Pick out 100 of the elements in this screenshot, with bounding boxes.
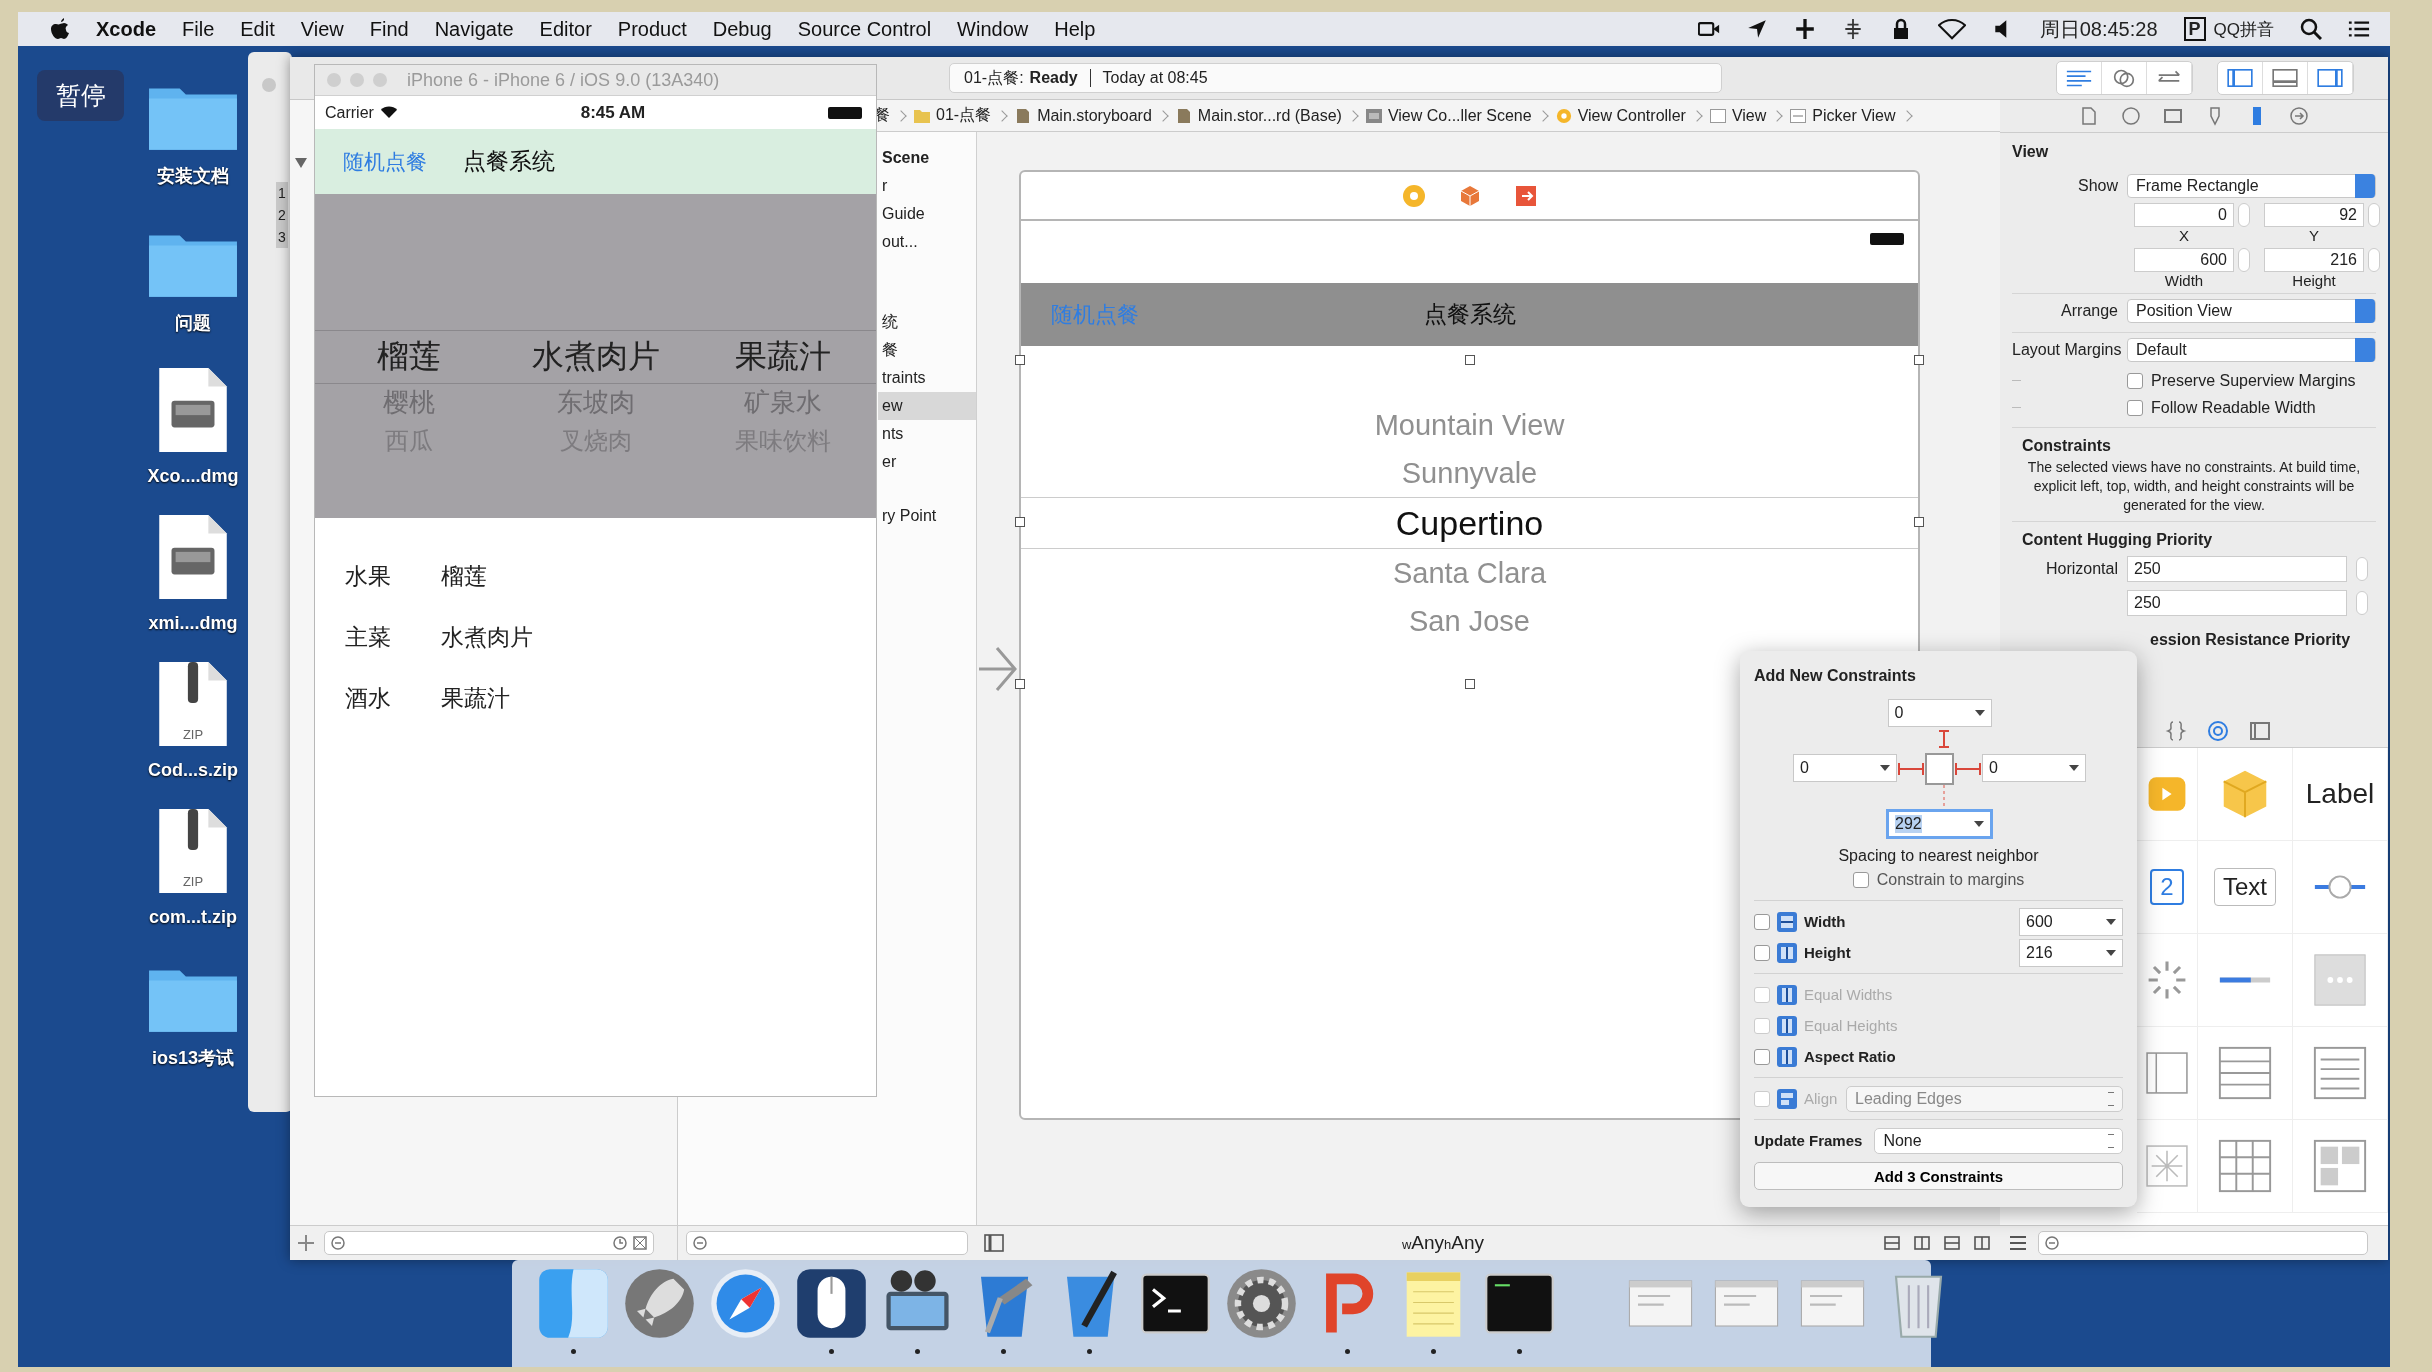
breadcrumb-item[interactable]: View Co...ller Scene (1364, 106, 1547, 125)
size-class-button[interactable]: wAnyhAny (1401, 1232, 1485, 1254)
disk-image-icon[interactable] (157, 366, 229, 454)
zip-file-icon[interactable] (157, 660, 229, 748)
breadcrumb-item[interactable]: Main.storyboard (1014, 106, 1167, 125)
selection-handle[interactable] (1914, 517, 1924, 527)
card-icon[interactable] (2163, 106, 2183, 126)
outline-item[interactable]: Scene (878, 144, 976, 172)
panel-layout-icon[interactable] (2271, 68, 2299, 88)
outline-item[interactable]: 统 (878, 308, 976, 336)
lines-icon[interactable] (2065, 68, 2093, 88)
menu-item[interactable]: Window (957, 17, 1029, 41)
menu-item[interactable]: Help (1054, 17, 1096, 41)
compass-icon[interactable] (708, 1266, 783, 1341)
panel-layout-icon[interactable] (2226, 68, 2254, 88)
selection-handle[interactable] (1015, 517, 1025, 527)
file-name[interactable]: Cod...s.zip (148, 760, 238, 781)
outline-item[interactable]: ry Point (878, 502, 976, 530)
number-field[interactable]: 600 (2134, 248, 2234, 272)
checkbox[interactable] (1754, 944, 1770, 961)
menu-item[interactable]: Navigate (434, 17, 514, 41)
search-icon[interactable] (2300, 18, 2322, 40)
menu-clock[interactable]: 周日08:45:28 (2039, 15, 2158, 43)
apple-logo-icon[interactable] (50, 17, 70, 41)
number-field[interactable]: 0 (2134, 203, 2234, 227)
update-frames-dropdown[interactable]: None (1874, 1127, 2123, 1154)
constraint-pins-drawing[interactable] (1897, 727, 1982, 809)
sidebar-toggle-icon[interactable] (984, 1234, 1004, 1252)
layout-tool-icon[interactable] (1882, 1234, 1902, 1252)
spacing-combo-box[interactable]: 0 (1793, 754, 1897, 782)
checkbox[interactable] (2127, 372, 2143, 389)
menu-item[interactable]: Source Control (797, 17, 932, 41)
layout-margins-dropdown[interactable]: Default (2127, 338, 2376, 362)
constant-combo-box[interactable]: 216 (2019, 938, 2123, 967)
menu-item[interactable]: File (182, 17, 215, 41)
menu-item[interactable]: Edit (240, 17, 275, 41)
settings-icon[interactable] (1224, 1266, 1299, 1341)
outline-item[interactable]: Guide (878, 200, 976, 228)
layout-tool-icon[interactable] (1972, 1234, 1992, 1252)
wifi-icon[interactable] (1937, 18, 1966, 40)
outline-item[interactable]: traints (878, 364, 976, 392)
input-source-name[interactable]: QQ拼音 (2213, 17, 2274, 41)
breadcrumb-item[interactable]: View Controller (1554, 106, 1701, 125)
outline-item[interactable]: ew (878, 392, 976, 420)
list-icon[interactable] (2008, 1234, 2028, 1252)
selection-handle[interactable] (1015, 679, 1025, 689)
split-square-icon[interactable] (536, 1266, 611, 1341)
layout-tool-icon[interactable] (1942, 1234, 1962, 1252)
mouse-icon[interactable] (794, 1266, 869, 1341)
layout-tool-icon[interactable] (1912, 1234, 1932, 1252)
film-strip-icon[interactable] (2249, 720, 2271, 742)
filter-field[interactable] (324, 1231, 654, 1255)
braces-icon[interactable] (2165, 720, 2187, 742)
segmented-control-object[interactable]: 2 (2150, 869, 2184, 905)
pause-button[interactable]: 暂停 (37, 70, 124, 121)
number-field[interactable]: 92 (2264, 203, 2364, 227)
text-field-object[interactable]: Text (2214, 868, 2276, 906)
filter-field[interactable] (2038, 1231, 2368, 1255)
table-view-icon[interactable] (2216, 1044, 2274, 1102)
file-name[interactable]: ios13考试 (152, 1046, 234, 1070)
list-icon[interactable] (2348, 18, 2370, 40)
menu-item[interactable]: Editor (539, 17, 592, 41)
menu-item[interactable]: Find (369, 17, 409, 41)
menu-item[interactable]: Xcode (96, 17, 157, 41)
number-field[interactable]: 216 (2264, 248, 2364, 272)
zip-file-icon[interactable] (157, 807, 229, 895)
collection-view-icon[interactable] (2311, 1137, 2369, 1195)
picker-row[interactable]: Cupertino (1021, 497, 1918, 549)
exit-icon[interactable] (1513, 183, 1538, 208)
label-object[interactable]: Label (2305, 778, 2375, 810)
priority-combo-box[interactable]: 250 (2127, 556, 2347, 582)
input-source-badge[interactable]: P (2183, 17, 2206, 41)
outline-item[interactable]: nts (878, 420, 976, 448)
breadcrumb-item[interactable]: View (1708, 106, 1782, 125)
selection-handle[interactable] (1464, 355, 1475, 365)
clock-icon[interactable] (612, 1235, 628, 1251)
grid-icon[interactable] (2216, 1137, 2274, 1195)
menu-item[interactable]: Debug (712, 17, 772, 41)
spacing-combo-box[interactable]: 0 (1982, 754, 2086, 782)
rocket-icon[interactable] (622, 1266, 697, 1341)
spacing-combo-box[interactable]: 0 (1887, 699, 1992, 727)
checkbox[interactable] (1852, 872, 1869, 888)
breadcrumb-item[interactable]: 01-点餐 (913, 105, 1007, 126)
spacing-combo-box[interactable]: 292 (1886, 809, 1993, 839)
checkbox[interactable] (1754, 913, 1770, 930)
document-icon[interactable] (2079, 106, 2099, 126)
panel-layout-icon[interactable] (2316, 68, 2344, 88)
outline-item[interactable]: 餐 (878, 336, 976, 364)
priority-combo-box[interactable]: 250 (2127, 590, 2347, 616)
outline-item[interactable]: r (878, 172, 976, 200)
table-cell-icon[interactable] (2311, 1044, 2369, 1102)
outline-item[interactable]: er (878, 448, 976, 476)
file-name[interactable]: 安装文档 (157, 164, 229, 188)
target-icon[interactable] (2207, 720, 2229, 742)
menu-item[interactable]: View (300, 17, 344, 41)
selection-handle[interactable] (1464, 679, 1475, 689)
show-dropdown[interactable]: Frame Rectangle (2127, 174, 2376, 198)
disk-image-icon[interactable] (157, 513, 229, 601)
filter-field[interactable] (686, 1231, 968, 1255)
cross-icon[interactable] (1793, 18, 1816, 40)
